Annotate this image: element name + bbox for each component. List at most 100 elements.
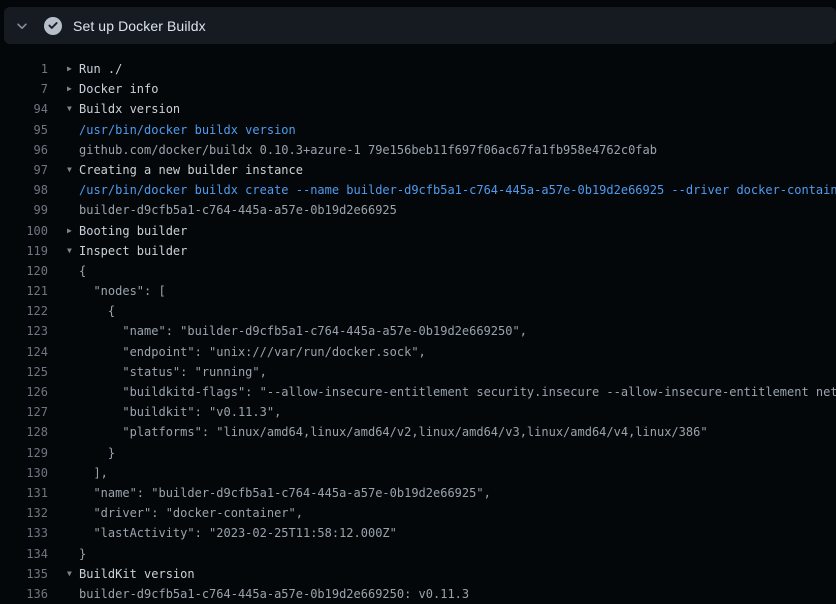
collapse-group-icon[interactable]: ▼ [67, 99, 79, 119]
log-row: 122 { [0, 301, 836, 321]
line-number[interactable]: 122 [0, 301, 48, 321]
log-row: 131 "name": "builder-d9cfb5a1-c764-445a-… [0, 483, 836, 503]
line-number[interactable]: 130 [0, 463, 48, 483]
line-number[interactable]: 128 [0, 422, 48, 442]
log-row: 134} [0, 544, 836, 564]
log-row: 126 "buildkitd-flags": "--allow-insecure… [0, 382, 836, 402]
gutter-spacer [67, 261, 79, 281]
gutter-spacer [67, 483, 79, 503]
log-group-row[interactable]: 1 ▶Run ./ [0, 59, 836, 79]
group-title: BuildKit version [79, 564, 195, 584]
log-group-row[interactable]: 97 ▼Creating a new builder instance [0, 160, 836, 180]
group-title: Buildx version [79, 99, 180, 119]
line-number[interactable]: 124 [0, 342, 48, 362]
log-text: "platforms": "linux/amd64,linux/amd64/v2… [79, 422, 708, 442]
log-group-row[interactable]: 135 ▼BuildKit version [0, 564, 836, 584]
gutter-spacer [67, 342, 79, 362]
log-group-row[interactable]: 100 ▶Booting builder [0, 221, 836, 241]
log-text: "status": "running", [79, 362, 267, 382]
log-row: 95/usr/bin/docker buildx version [0, 120, 836, 140]
log-group-row[interactable]: 119▼Inspect builder [0, 241, 836, 261]
log-row: 99 builder-d9cfb5a1-c764-445a-a57e-0b19d2… [0, 200, 836, 220]
line-number[interactable]: 99 [0, 200, 48, 220]
log-text: "buildkitd-flags": "--allow-insecure-ent… [79, 382, 836, 402]
line-number[interactable]: 134 [0, 544, 48, 564]
log-group-row[interactable]: 94 ▼Buildx version [0, 99, 836, 119]
expand-group-icon[interactable]: ▶ [67, 79, 79, 99]
status-check-icon [44, 17, 62, 35]
log-row: 125 "status": "running", [0, 362, 836, 382]
log-text: "name": "builder-d9cfb5a1-c764-445a-a57e… [79, 483, 491, 503]
line-number[interactable]: 119 [0, 241, 48, 261]
line-number[interactable]: 132 [0, 503, 48, 523]
gutter-spacer [67, 382, 79, 402]
expand-group-icon[interactable]: ▶ [67, 59, 79, 79]
log-lines: 1▶Run ./7▶Docker info94▼Buildx version95… [0, 59, 836, 604]
gutter-spacer [67, 281, 79, 301]
line-number[interactable]: 97 [0, 160, 48, 180]
collapse-group-icon[interactable]: ▼ [67, 241, 79, 261]
line-number[interactable]: 98 [0, 180, 48, 200]
gutter-spacer [67, 443, 79, 463]
group-title: Docker info [79, 79, 158, 99]
group-title: Booting builder [79, 221, 187, 241]
log-text: { [79, 261, 86, 281]
log-group-row[interactable]: 7 ▶Docker info [0, 79, 836, 99]
line-number[interactable]: 95 [0, 120, 48, 140]
line-number[interactable]: 120 [0, 261, 48, 281]
gutter-spacer [67, 422, 79, 442]
collapse-group-icon[interactable]: ▼ [67, 160, 79, 180]
log-text: "name": "builder-d9cfb5a1-c764-445a-a57e… [79, 321, 527, 341]
line-number[interactable]: 135 [0, 564, 48, 584]
gutter-spacer [67, 321, 79, 341]
group-title: Run ./ [79, 59, 122, 79]
line-number[interactable]: 125 [0, 362, 48, 382]
gutter-spacer [67, 503, 79, 523]
line-number[interactable]: 94 [0, 99, 48, 119]
log-text: } [79, 544, 86, 564]
line-number[interactable]: 131 [0, 483, 48, 503]
collapse-group-icon[interactable]: ▼ [67, 564, 79, 584]
gutter-spacer [67, 402, 79, 422]
log-text: } [79, 443, 115, 463]
chevron-down-icon[interactable] [14, 18, 30, 34]
line-number[interactable]: 129 [0, 443, 48, 463]
command-text: /usr/bin/docker buildx version [79, 120, 296, 140]
gutter-spacer [67, 140, 79, 160]
log-text: "driver": "docker-container", [79, 503, 303, 523]
log-row: 132 "driver": "docker-container", [0, 503, 836, 523]
gutter-spacer [67, 362, 79, 382]
gutter-spacer [67, 523, 79, 543]
gutter-spacer [67, 463, 79, 483]
log-row: 123 "name": "builder-d9cfb5a1-c764-445a-… [0, 321, 836, 341]
expand-group-icon[interactable]: ▶ [67, 221, 79, 241]
group-title: Creating a new builder instance [79, 160, 303, 180]
log-row: 129 } [0, 443, 836, 463]
command-text: /usr/bin/docker buildx create --name bui… [79, 180, 836, 200]
line-number[interactable]: 100 [0, 221, 48, 241]
gutter-spacer [67, 544, 79, 564]
line-number[interactable]: 123 [0, 321, 48, 341]
line-number[interactable]: 1 [0, 59, 48, 79]
log-area: 1▶Run ./7▶Docker info94▼Buildx version95… [0, 44, 836, 604]
gutter-spacer [67, 200, 79, 220]
log-text: "buildkit": "v0.11.3", [79, 402, 281, 422]
log-text: ], [79, 463, 108, 483]
line-number[interactable]: 121 [0, 281, 48, 301]
step-header[interactable]: Set up Docker Buildx [4, 7, 836, 44]
log-row: 96github.com/docker/buildx 0.10.3+azure-… [0, 140, 836, 160]
gutter-spacer [67, 180, 79, 200]
log-text: builder-d9cfb5a1-c764-445a-a57e-0b19d2e6… [79, 200, 397, 220]
log-row: 128 "platforms": "linux/amd64,linux/amd6… [0, 422, 836, 442]
gutter-spacer [67, 584, 79, 604]
line-number[interactable]: 133 [0, 523, 48, 543]
line-number[interactable]: 127 [0, 402, 48, 422]
line-number[interactable]: 96 [0, 140, 48, 160]
line-number[interactable]: 136 [0, 584, 48, 604]
log-row: 127 "buildkit": "v0.11.3", [0, 402, 836, 422]
line-number[interactable]: 7 [0, 79, 48, 99]
log-text: "endpoint": "unix:///var/run/docker.sock… [79, 342, 426, 362]
line-number[interactable]: 126 [0, 382, 48, 402]
log-row: 121 "nodes": [ [0, 281, 836, 301]
gutter-spacer [67, 120, 79, 140]
